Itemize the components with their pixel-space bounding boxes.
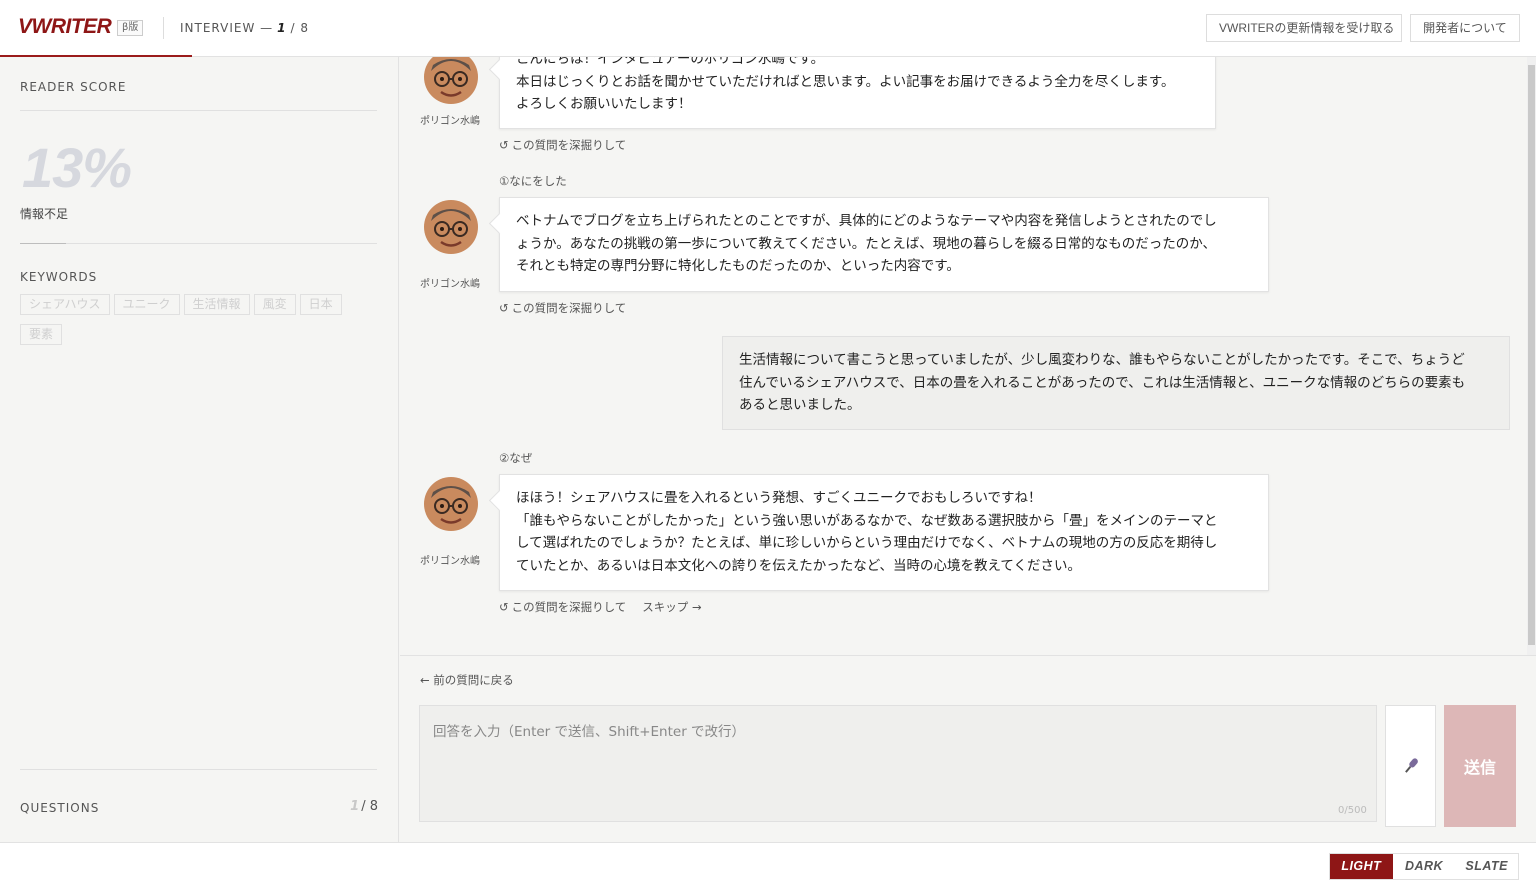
deep-dive-link[interactable]: ↺ この質問を深掘りして [499,137,626,153]
theme-option-dark[interactable]: DARK [1393,854,1456,879]
header-divider [163,17,164,39]
interview-label: INTERVIEW — [180,21,274,35]
microphone-button[interactable] [1385,705,1436,827]
answer-panel: ← 前の質問に戻る 0/500 送信 [400,655,1536,842]
questions-total: / 8 [361,799,378,814]
deep-dive-link[interactable]: ↺ この質問を深掘りして [499,600,626,614]
message-line: ほほう！シェアハウスに畳を入れるという発想、すごくユニークでおもしろいですね！ [516,490,1042,506]
score-progress-bar [20,243,377,244]
keywords-label: KEYWORDS [20,270,98,284]
keyword-chip: 生活情報 [183,294,250,315]
interviewer-avatar [424,477,478,531]
interview-total: / 8 [290,21,309,35]
theme-switcher: LIGHT DARK SLATE [1329,853,1519,880]
refresh-icon: ↺ [499,301,509,315]
chat-scrollbar[interactable] [1527,57,1536,655]
message-line: 住んでいるシェアハウスで、日本の畳を入れることがあったので、これは生活情報と、ユ… [739,374,1466,391]
message-line: して選ばれたのでしょうか？たとえば、単に珍しいからという理由だけでなく、ベトナム… [516,535,1218,551]
message-line: 「誰もやらないことがしたかった」という強い思いがあるなかで、なぜ数ある選択肢から… [516,512,1218,529]
app-logo[interactable]: VWRITER [18,15,112,39]
app-footer: LIGHT DARK SLATE [0,842,1536,889]
reader-score-label: READER SCORE [20,80,127,94]
chat-log[interactable]: ポリゴン水嶋 こんにちは！インタビュアーのポリゴン水嶋です。 本日はじっくりとお… [400,57,1526,655]
message-line: よろしくお願いいたします！ [516,96,692,112]
interviewer-name: ポリゴン水嶋 [420,279,480,290]
send-button[interactable]: 送信 [1444,705,1516,827]
sidebar: READER SCORE 13% 情報不足 KEYWORDS シェアハウス ユニー… [0,57,399,842]
app-header: VWRITER β版 INTERVIEW —1/ 8 VWRITERの更新情報を… [0,0,1536,57]
message-line: ていたとか、あるいは日本文化への誇りを伝えたかったなど、当時の心境を教えてくださ… [516,557,1081,574]
keyword-chip: 風変 [253,294,296,315]
question-label: ②なぜ [499,451,533,465]
theme-option-light[interactable]: LIGHT [1330,854,1393,879]
interviewer-name: ポリゴン水嶋 [420,556,480,567]
questions-count: 1/ 8 [350,799,378,814]
about-button[interactable]: 開発者について [1410,14,1520,42]
interviewer-name: ポリゴン水嶋 [420,116,480,127]
question-label: ①なにをした [499,174,567,188]
skip-link[interactable]: スキップ → [642,600,701,614]
interview-progress: INTERVIEW —1/ 8 [180,21,309,35]
reader-score-value: 13% [22,136,132,199]
deep-dive-row: ↺ この質問を深掘りして スキップ → [499,599,702,615]
keywords-list: シェアハウス ユニーク 生活情報 風変 日本要素 [20,293,380,353]
updates-button[interactable]: VWRITERの更新情報を受け取る [1206,14,1402,42]
answer-input[interactable] [419,705,1377,822]
message-line: ベトナムでブログを立ち上げられたとのことですが、具体的にどのようなテーマや内容を… [516,213,1217,229]
interviewer-message: ベトナムでブログを立ち上げられたとのことですが、具体的にどのようなテーマや内容を… [499,197,1269,292]
interviewer-avatar [424,57,478,104]
refresh-icon: ↺ [499,138,509,152]
message-line: あると思いました。 [739,397,861,413]
questions-label: QUESTIONS [20,801,100,815]
beta-badge: β版 [117,20,144,36]
score-progress-fill [20,243,67,244]
score-status: 情報不足 [20,207,69,221]
keyword-chip: 要素 [20,324,63,345]
interviewer-message: ほほう！シェアハウスに畳を入れるという発想、すごくユニークでおもしろいですね！ … [499,474,1269,591]
interviewer-avatar [424,200,478,254]
character-counter: 0/500 [1338,805,1367,816]
scrollbar-thumb[interactable] [1528,65,1535,645]
theme-option-slate[interactable]: SLATE [1455,854,1518,879]
questions-current: 1 [350,799,360,814]
interview-current: 1 [277,21,287,35]
sidebar-divider [20,110,377,111]
interviewer-message: こんにちは！インタビュアーのポリゴン水嶋です。 本日はじっくりとお話を聞かせてい… [499,57,1216,129]
sidebar-divider [20,769,377,770]
deep-dive-link[interactable]: ↺ この質問を深掘りして [499,300,626,316]
keyword-chip: シェアハウス [20,294,110,315]
keyword-chip: ユニーク [113,294,180,315]
previous-question-link[interactable]: ← 前の質問に戻る [420,672,514,688]
message-line: 生活情報について書こうと思っていましたが、少し風変わりな、誰もやらないことがした… [739,352,1465,368]
user-message: 生活情報について書こうと思っていましたが、少し風変わりな、誰もやらないことがした… [722,336,1510,430]
message-line: こんにちは！インタビュアーのポリゴン水嶋です。 [516,57,825,67]
refresh-icon: ↺ [499,600,509,614]
keyword-chip: 日本 [299,294,342,315]
message-line: 本日はじっくりとお話を聞かせていただければと思います。よい記事をお届けできるよう… [516,73,1175,90]
message-line: ょうか。あなたの挑戦の第一歩について教えてください。たとえば、現地の暮らしを綴る… [516,235,1216,252]
message-line: それとも特定の専門分野に特化したものだったのか、といった内容です。 [516,258,960,274]
microphone-icon [1405,758,1418,773]
